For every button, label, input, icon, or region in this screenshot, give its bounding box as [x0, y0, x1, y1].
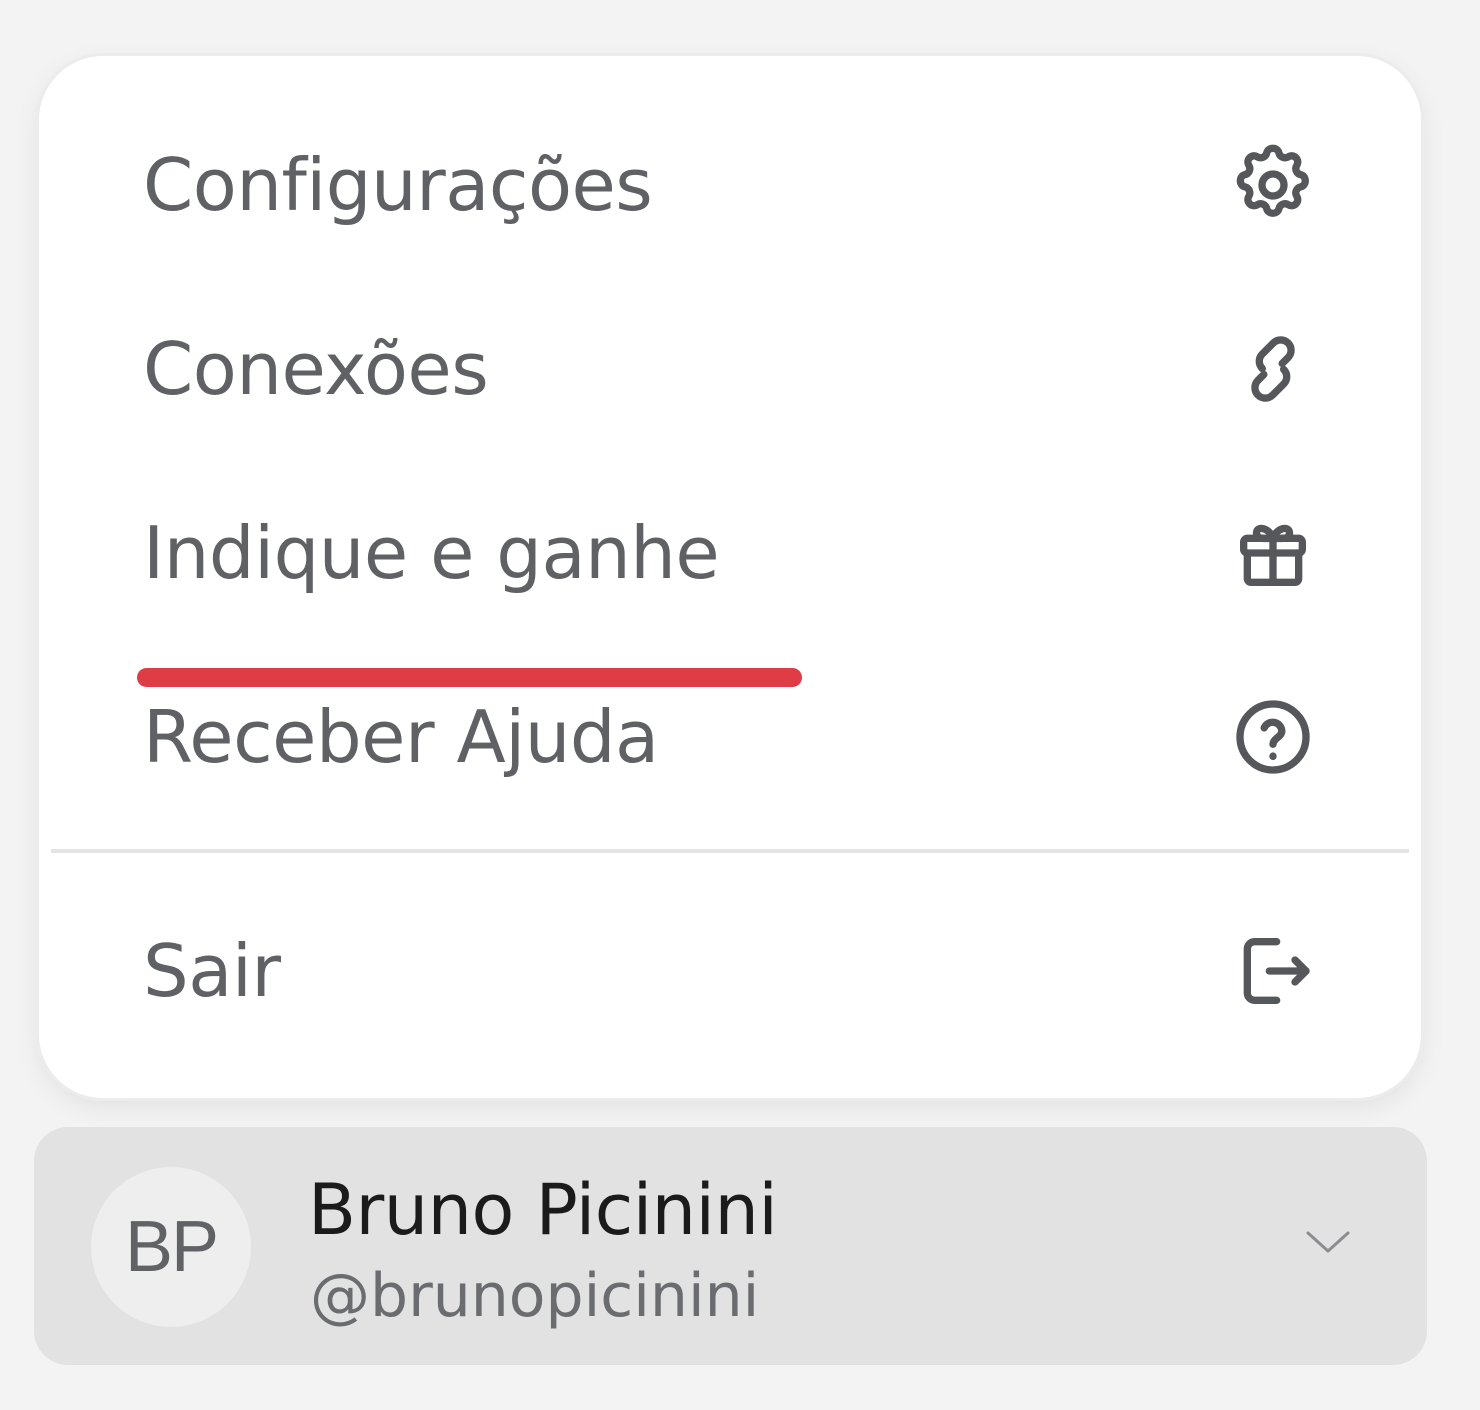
annotation-underline [137, 668, 802, 687]
avatar: BP [91, 1167, 251, 1327]
menu-item-label: Conexões [143, 327, 489, 411]
gear-icon [1229, 141, 1317, 229]
user-profile-button[interactable]: BP Bruno Picinini @brunopicinini [34, 1127, 1427, 1365]
menu-divider [51, 849, 1409, 853]
user-handle: @brunopicinini [310, 1261, 760, 1331]
help-circle-icon [1229, 693, 1317, 781]
chevron-down-icon[interactable] [1304, 1225, 1352, 1257]
menu-item-sair[interactable]: Sair [39, 896, 1421, 1046]
menu-item-label: Indique e ganhe [143, 511, 720, 595]
user-name: Bruno Picinini [308, 1169, 778, 1251]
account-menu: Configurações Conexões Indique e ganhe R… [39, 56, 1421, 1098]
menu-item-configuracoes[interactable]: Configurações [39, 110, 1421, 260]
menu-item-label: Receber Ajuda [143, 695, 659, 779]
gift-icon [1229, 509, 1317, 597]
menu-item-conexoes[interactable]: Conexões [39, 294, 1421, 444]
menu-item-indique-e-ganhe[interactable]: Indique e ganhe [39, 478, 1421, 628]
link-icon [1229, 325, 1317, 413]
logout-icon [1229, 927, 1317, 1015]
menu-item-label: Sair [143, 929, 281, 1013]
menu-item-label: Configurações [143, 143, 653, 227]
